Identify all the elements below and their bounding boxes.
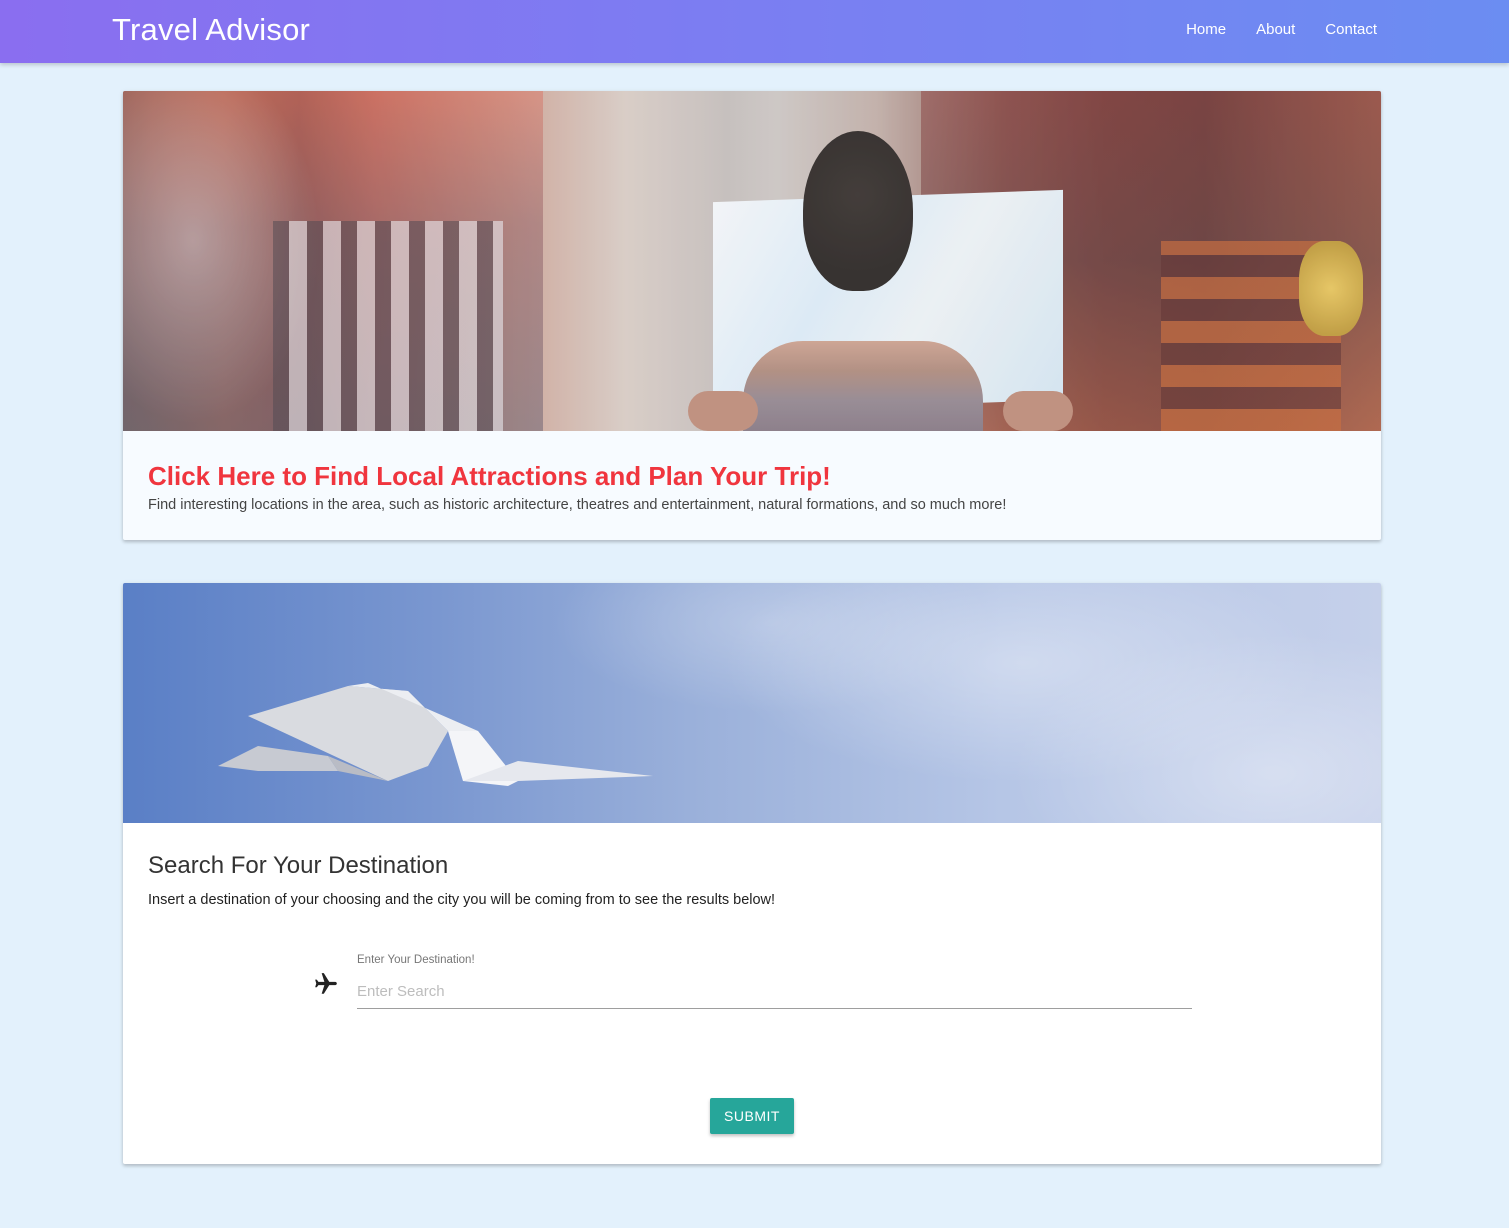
airplane-icon xyxy=(315,973,337,994)
submit-button[interactable]: SUBMIT xyxy=(710,1098,794,1134)
nav-link-home[interactable]: Home xyxy=(1186,21,1226,38)
nav-link-about[interactable]: About xyxy=(1256,21,1295,38)
paper-plane-graphic xyxy=(218,683,653,786)
destination-field: Enter Your Destination! xyxy=(313,947,1193,1017)
attractions-card-content: Click Here to Find Local Attractions and… xyxy=(123,431,1381,513)
search-description: Insert a destination of your choosing an… xyxy=(148,892,776,908)
nav-link-contact[interactable]: Contact xyxy=(1325,21,1377,38)
attractions-card: Click Here to Find Local Attractions and… xyxy=(123,91,1381,540)
search-title: Search For Your Destination xyxy=(148,852,449,879)
nav-links: Home About Contact xyxy=(1186,21,1377,38)
attractions-description: Find interesting locations in the area, … xyxy=(148,497,1007,513)
search-card-content: Search For Your Destination Insert a des… xyxy=(123,823,1381,1164)
find-attractions-link[interactable]: Click Here to Find Local Attractions and… xyxy=(148,461,1356,491)
market-photo xyxy=(123,91,1381,431)
navbar: Travel Advisor Home About Contact xyxy=(0,0,1509,63)
search-card: Search For Your Destination Insert a des… xyxy=(123,583,1381,1164)
brand-logo-link[interactable]: Travel Advisor xyxy=(112,12,310,48)
destination-search-input[interactable] xyxy=(357,975,1192,1009)
paper-plane-photo xyxy=(123,583,1381,823)
destination-field-label: Enter Your Destination! xyxy=(357,954,475,966)
